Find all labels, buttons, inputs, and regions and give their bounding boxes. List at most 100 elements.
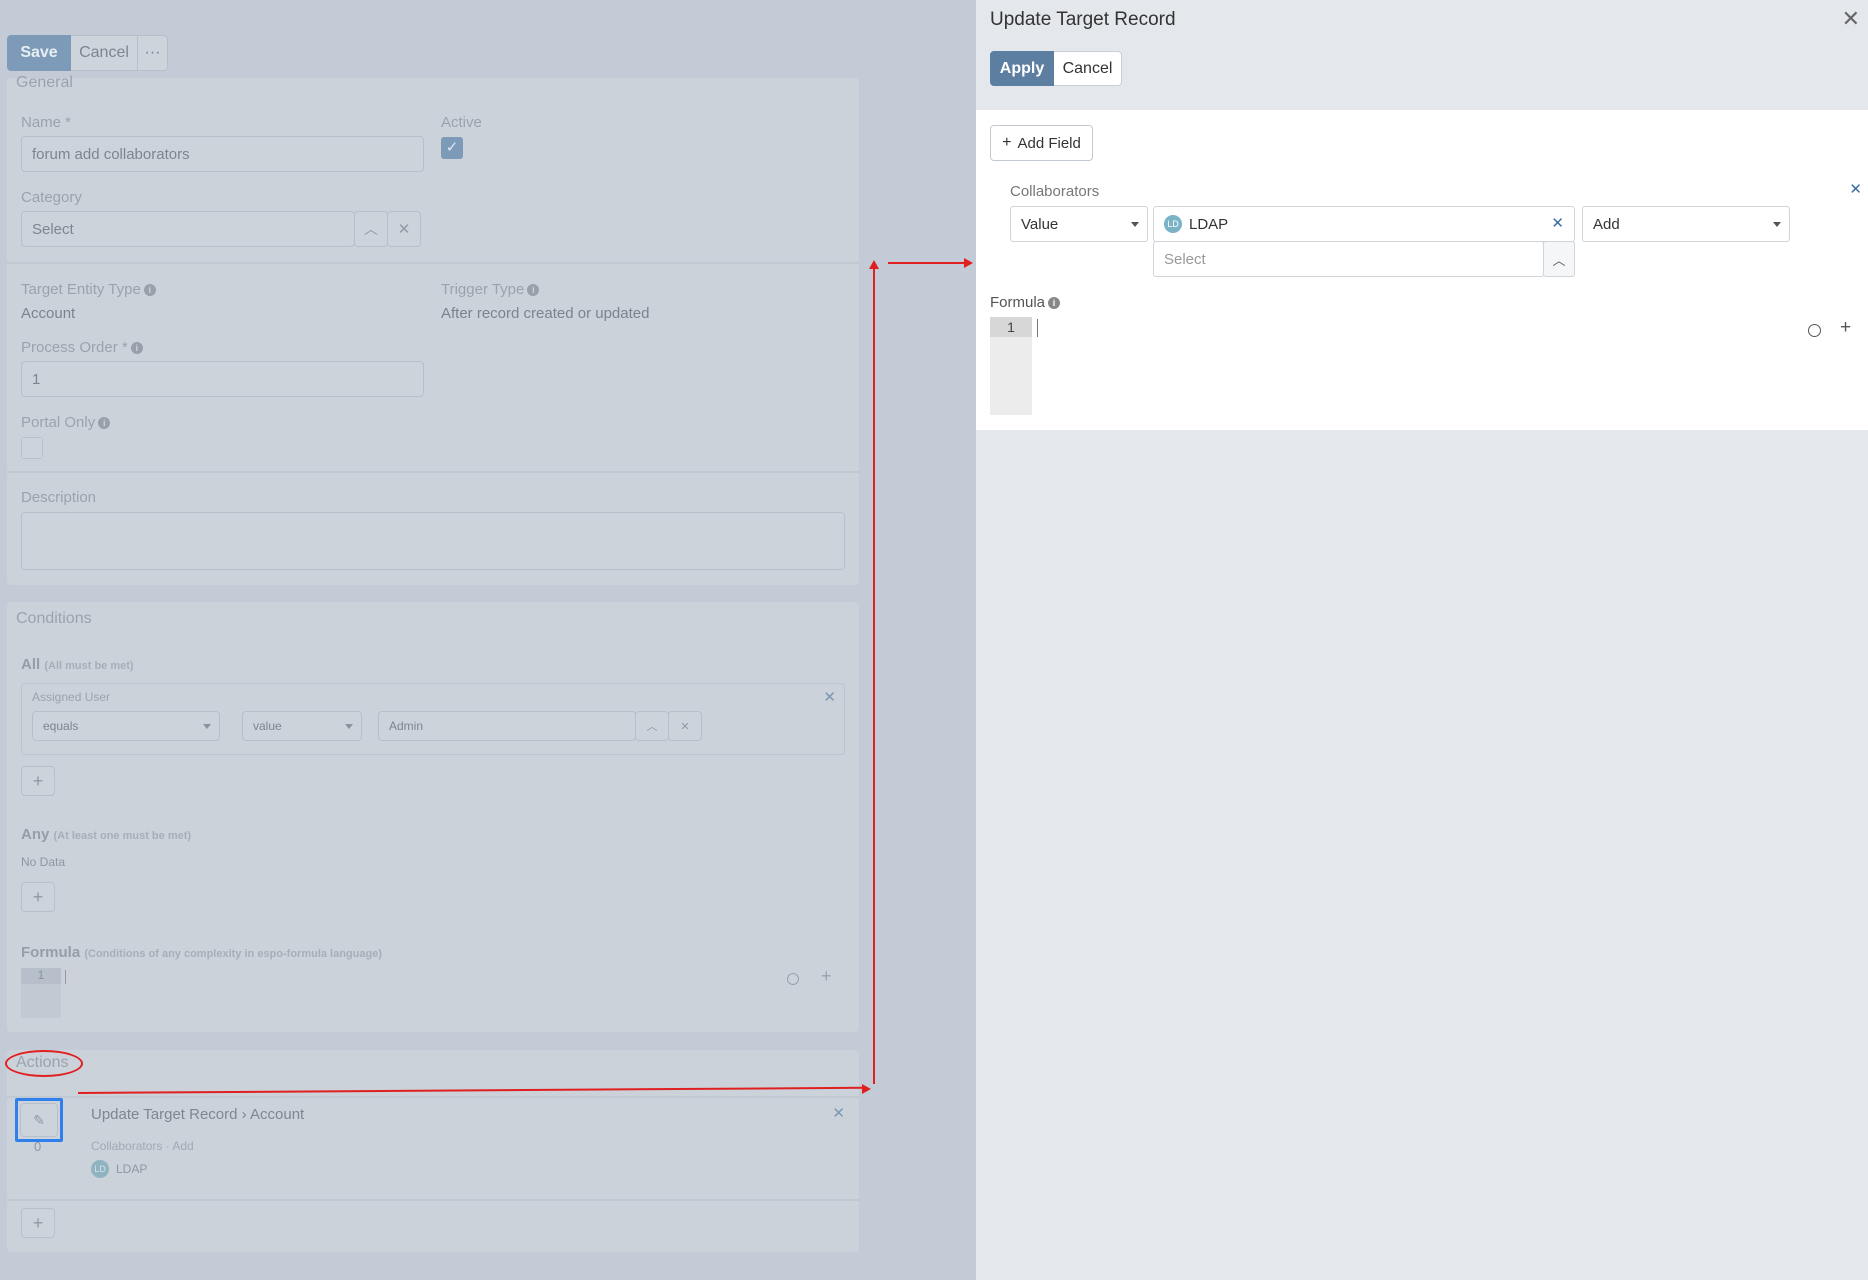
value-type-select[interactable]: value xyxy=(242,711,362,741)
chevron-up-icon: ︿ xyxy=(364,221,378,237)
arrowhead-icon xyxy=(869,260,879,269)
remove-field-icon[interactable]: ✕ xyxy=(1849,180,1862,198)
update-target-record-modal: Update Target Record ✕ Apply Cancel + Add… xyxy=(976,0,1868,1280)
close-icon: ✕ xyxy=(680,720,690,733)
text-cursor xyxy=(65,970,66,984)
action-index: 0 xyxy=(34,1139,42,1154)
active-label: Active xyxy=(441,114,482,131)
any-label-text: Any xyxy=(21,826,50,843)
caret-down-icon xyxy=(1773,222,1781,227)
value-type-text: Value xyxy=(1021,215,1059,233)
target-entity-label-text: Target Entity Type xyxy=(21,281,141,298)
process-order-input[interactable]: 1 xyxy=(21,361,424,397)
add-action-button[interactable]: + xyxy=(21,1208,55,1238)
circle-icon[interactable] xyxy=(1808,324,1821,337)
name-label: Name * xyxy=(21,114,72,131)
arrowhead-icon xyxy=(862,1084,871,1094)
actions-annotation-ellipse xyxy=(5,1050,83,1077)
link-select-toggle[interactable]: ︿ xyxy=(1543,241,1575,277)
caret-down-icon xyxy=(1131,222,1139,227)
caret-down-icon xyxy=(345,724,353,729)
more-options-button[interactable]: ··· xyxy=(138,35,168,71)
close-icon[interactable]: ✕ xyxy=(1842,6,1860,32)
category-select[interactable]: Select xyxy=(21,211,355,247)
active-checkbox[interactable]: ✓ xyxy=(441,137,463,159)
portal-only-label-text: Portal Only xyxy=(21,414,96,431)
operator-select[interactable]: equals xyxy=(32,711,220,741)
line-number: 1 xyxy=(21,968,61,984)
all-note: (All must be met) xyxy=(44,660,134,672)
trigger-type-value: After record created or updated xyxy=(441,305,650,322)
description-textarea[interactable] xyxy=(21,512,845,570)
actions-panel: Actions ✎ 0 Update Target Record › Accou… xyxy=(5,1050,859,1252)
mode-select[interactable]: Add xyxy=(1582,206,1790,242)
add-all-condition-button[interactable]: + xyxy=(21,766,55,796)
add-field-button[interactable]: + Add Field xyxy=(990,125,1093,161)
remove-action-icon[interactable]: ✕ xyxy=(832,1104,845,1122)
divider xyxy=(7,471,859,473)
user-select[interactable]: Admin xyxy=(378,711,636,741)
caret-down-icon xyxy=(203,724,211,729)
line-number: 1 xyxy=(990,317,1032,337)
condition-item: Assigned User equals value Admin ︿ ✕ ✕ xyxy=(21,683,845,755)
divider xyxy=(7,262,859,264)
cancel-button[interactable]: Cancel xyxy=(71,35,138,71)
category-clear-button[interactable]: ✕ xyxy=(387,211,421,247)
ldap-avatar: LD xyxy=(91,1160,109,1178)
mode-text: Add xyxy=(1593,215,1620,233)
description-label: Description xyxy=(21,489,97,506)
formula-gutter: 1 xyxy=(990,317,1032,415)
process-order-label-text: Process Order * xyxy=(21,339,128,356)
category-label: Category xyxy=(21,189,82,206)
category-expand-button[interactable]: ︿ xyxy=(354,211,388,247)
all-label-text: All xyxy=(21,656,41,673)
info-icon: i xyxy=(98,417,111,430)
plus-icon: + xyxy=(1002,134,1012,151)
plus-icon[interactable]: + xyxy=(821,966,832,987)
target-entity-label: Target Entity Type i xyxy=(21,281,156,298)
all-label: All (All must be met) xyxy=(21,656,134,673)
target-entity-value: Account xyxy=(21,305,76,322)
remove-item-icon[interactable]: ✕ xyxy=(1551,214,1564,232)
info-icon: i xyxy=(130,342,143,355)
user-clear-button[interactable]: ✕ xyxy=(668,711,702,741)
apply-button[interactable]: Apply xyxy=(990,51,1054,86)
value-type-value: value xyxy=(253,719,282,733)
edit-action-button[interactable]: ✎ xyxy=(20,1103,58,1137)
pencil-icon: ✎ xyxy=(33,1111,45,1128)
modal-cancel-button[interactable]: Cancel xyxy=(1054,51,1122,86)
formula-label-text: Formula xyxy=(990,294,1046,311)
save-button[interactable]: Save xyxy=(7,35,71,71)
user-expand-button[interactable]: ︿ xyxy=(635,711,669,741)
process-order-label: Process Order * i xyxy=(21,339,143,356)
modal-header: Update Target Record ✕ Apply Cancel xyxy=(976,0,1868,110)
action-title: Update Target Record › Account xyxy=(91,1106,304,1123)
arrowhead-icon xyxy=(964,258,973,268)
assigned-user-label: Assigned User xyxy=(32,690,111,704)
info-icon: i xyxy=(1048,297,1061,310)
general-title: General xyxy=(16,74,73,91)
add-field-label: Add Field xyxy=(1017,134,1081,152)
action-entity: Account xyxy=(250,1106,305,1123)
any-label: Any (At least one must be met) xyxy=(21,826,191,843)
plus-icon[interactable]: + xyxy=(1840,317,1851,339)
circle-icon[interactable] xyxy=(787,973,799,985)
selected-link-item: LD LDAP ✕ xyxy=(1153,206,1575,242)
modal-body: + Add Field Collaborators ✕ Value LD LDAP… xyxy=(976,110,1868,430)
breadcrumb-separator: › xyxy=(241,1106,247,1123)
annotation-arrow-vertical xyxy=(873,266,875,1084)
ldap-avatar: LD xyxy=(1164,215,1182,233)
name-input[interactable]: forum add collaborators xyxy=(21,136,424,172)
chevron-up-icon: ︿ xyxy=(646,721,658,733)
general-panel: General Name * forum add collaborators A… xyxy=(7,74,859,585)
formula-label: Formula i xyxy=(990,294,1061,311)
portal-only-checkbox[interactable] xyxy=(21,437,43,459)
remove-condition-icon[interactable]: ✕ xyxy=(823,688,836,706)
divider xyxy=(7,1096,859,1098)
conditions-formula-label: Formula (Conditions of any complexity in… xyxy=(21,944,382,961)
info-icon: i xyxy=(143,284,156,297)
add-any-condition-button[interactable]: + xyxy=(21,882,55,912)
link-select-input[interactable]: Select xyxy=(1153,241,1544,277)
value-type-select[interactable]: Value xyxy=(1010,206,1148,242)
ldap-label: LDAP xyxy=(116,1162,148,1176)
